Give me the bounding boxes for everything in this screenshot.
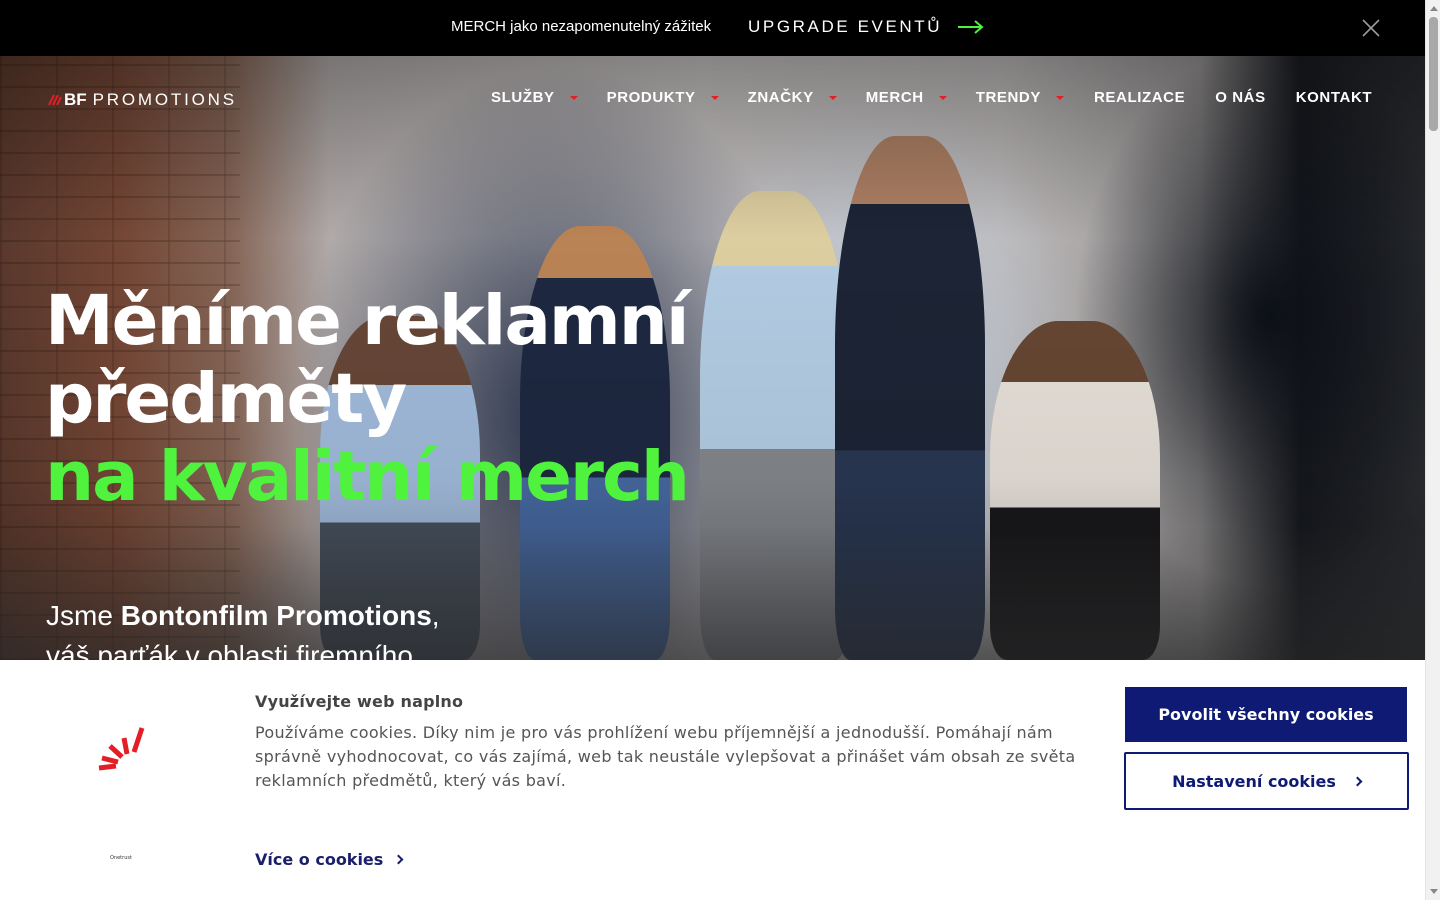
nav-item-sluzby[interactable]: SLUŽBY — [491, 89, 578, 106]
nav-item-znacky[interactable]: ZNAČKY — [748, 89, 837, 106]
arrow-right-icon — [958, 20, 984, 34]
upgrade-events-label: UPGRADE EVENTŮ — [748, 17, 943, 36]
chevron-down-icon — [828, 96, 837, 100]
hero-person-5 — [990, 321, 1160, 660]
nav-item-produkty[interactable]: PRODUKTY — [607, 89, 719, 106]
hero-person-3 — [700, 191, 850, 660]
logo-bf: BF — [64, 90, 87, 109]
chevron-right-icon — [393, 854, 404, 865]
announcement-text: MERCH jako nezapomenutelný zážitek — [451, 18, 712, 35]
nav-label: REALIZACE — [1093, 89, 1186, 106]
chevron-right-icon — [1352, 776, 1363, 786]
nav-item-realizace[interactable]: REALIZACE — [1094, 89, 1185, 106]
cookie-settings-label: Nastavení cookies — [1172, 771, 1336, 791]
nav-label: TRENDY — [975, 89, 1041, 106]
nav-label: PRODUKTY — [606, 89, 696, 106]
headline-highlight: na kvalitní merch — [45, 437, 690, 517]
cookie-logo-icon — [98, 727, 145, 771]
powered-by-logo: Onetrust — [110, 855, 132, 861]
close-icon[interactable] — [1361, 18, 1381, 38]
cookie-settings-button[interactable]: Nastavení cookies — [1124, 752, 1409, 810]
accept-all-cookies-button[interactable]: Povolit všechny cookies — [1125, 687, 1407, 742]
nav-item-kontakt[interactable]: KONTAKT — [1296, 89, 1372, 106]
more-about-cookies-label: Více o cookies — [255, 850, 384, 869]
announcement-bar: MERCH jako nezapomenutelný zážitek UPGRA… — [0, 0, 1425, 56]
nav-item-merch[interactable]: MERCH — [866, 89, 947, 106]
hero-person-4 — [835, 136, 985, 660]
scroll-down-icon[interactable] — [1430, 889, 1438, 894]
page-scrollbar[interactable] — [1425, 0, 1440, 900]
upgrade-events-link[interactable]: UPGRADE EVENTŮ — [748, 17, 984, 37]
nav-label: ZNAČKY — [747, 89, 814, 106]
cookie-body: Používáme cookies. Díky nim je pro vás p… — [255, 723, 1076, 790]
bf-promotions-logo[interactable]: BF PROMOTIONS — [48, 90, 237, 110]
sub-brand: Bontonfilm Promotions — [120, 600, 432, 631]
logo-promotions: PROMOTIONS — [92, 90, 237, 109]
logo-mark-icon — [48, 94, 62, 106]
cookie-banner: Onetrust Využívejte web naplno Používáme… — [0, 660, 1425, 900]
nav-item-trendy[interactable]: TRENDY — [976, 89, 1064, 106]
chevron-down-icon — [938, 96, 947, 100]
headline-line-1: Měníme reklamní — [45, 281, 690, 361]
cookie-title: Využívejte web naplno — [255, 692, 464, 711]
hero-headline: Měníme reklamní předměty na kvalitní mer… — [45, 281, 690, 517]
nav-label: KONTAKT — [1295, 89, 1373, 106]
headline-line-2: předměty — [45, 359, 407, 439]
chevron-down-icon — [710, 96, 719, 100]
nav-item-o-nas[interactable]: O NÁS — [1215, 89, 1266, 106]
chevron-down-icon — [569, 96, 578, 100]
nav-label: SLUŽBY — [491, 89, 555, 106]
sub-suffix: , — [431, 600, 440, 631]
scrollbar-thumb[interactable] — [1429, 17, 1438, 131]
chevron-down-icon — [1055, 96, 1064, 100]
nav-label: O NÁS — [1215, 89, 1266, 106]
nav-label: MERCH — [865, 89, 924, 106]
more-about-cookies-link[interactable]: Více o cookies — [255, 850, 404, 869]
sub-prefix: Jsme — [46, 600, 121, 631]
scroll-up-icon[interactable] — [1430, 6, 1438, 11]
main-nav: SLUŽBY PRODUKTY ZNAČKY MERCH TRENDY REAL… — [491, 89, 1372, 106]
